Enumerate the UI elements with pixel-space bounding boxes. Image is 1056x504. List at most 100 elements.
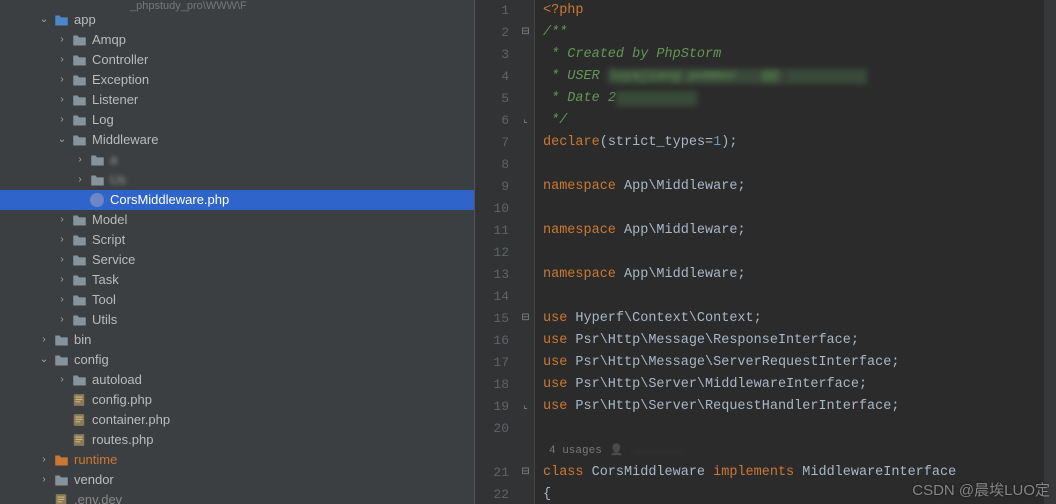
- fold-gutter[interactable]: ⊟ ⌞ ⊟ ⌞ ⊟: [517, 0, 535, 504]
- tree-item[interactable]: › autoload: [0, 370, 474, 390]
- code-line[interactable]: * Date 2: [543, 88, 1056, 110]
- tree-item[interactable]: ›Task: [0, 270, 474, 290]
- chevron-down-icon[interactable]: ⌄: [36, 350, 52, 370]
- fold-toggle-icon[interactable]: ⊟: [517, 462, 534, 484]
- line-number: 21: [475, 462, 509, 484]
- fold-spacer: [517, 286, 534, 308]
- code-token: =: [705, 135, 713, 150]
- tree-item[interactable]: ›Amqp: [0, 30, 474, 50]
- code-line[interactable]: * USER luyajiang pommor QQ: [543, 66, 1056, 88]
- code-line[interactable]: use Psr\Http\Message\ResponseInterface;: [543, 330, 1056, 352]
- code-line[interactable]: [543, 198, 1056, 220]
- code-line[interactable]: <?php: [543, 0, 1056, 22]
- chevron-right-icon[interactable]: ›: [54, 90, 70, 110]
- fold-spacer: [517, 44, 534, 66]
- code-line[interactable]: declare(strict_types=1);: [543, 132, 1056, 154]
- chevron-right-icon[interactable]: ›: [72, 150, 88, 170]
- chevron-right-icon[interactable]: ›: [54, 210, 70, 230]
- code-line[interactable]: [543, 286, 1056, 308]
- code-line[interactable]: use Psr\Http\Message\ServerRequestInterf…: [543, 352, 1056, 374]
- code-area[interactable]: <?php/** * Created by PhpStorm * USER lu…: [535, 0, 1056, 504]
- tree-item[interactable]: ›Log: [0, 110, 474, 130]
- code-token: Hyperf\Context\Context: [575, 311, 753, 326]
- inlay-usages[interactable]: 4 usages👤........: [543, 440, 1056, 462]
- tree-item[interactable]: › vendor: [0, 470, 474, 490]
- tree-item[interactable]: ›Controller: [0, 50, 474, 70]
- tree-item[interactable]: ⌄ Middleware: [0, 130, 474, 150]
- code-line[interactable]: use Psr\Http\Server\RequestHandlerInterf…: [543, 396, 1056, 418]
- tree-item[interactable]: ⌄config: [0, 350, 474, 370]
- tree-item[interactable]: ›Service: [0, 250, 474, 270]
- tree-item[interactable]: ›Us: [0, 170, 474, 190]
- tree-item[interactable]: ·routes.php: [0, 430, 474, 450]
- fold-toggle-icon[interactable]: ⊟: [517, 308, 534, 330]
- code-line[interactable]: namespace App\Middleware;: [543, 176, 1056, 198]
- fold-spacer: [517, 0, 534, 22]
- tree-item[interactable]: ›Model: [0, 210, 474, 230]
- code-line[interactable]: [543, 154, 1056, 176]
- code-token: */: [543, 113, 567, 128]
- chevron-right-icon[interactable]: ›: [54, 270, 70, 290]
- code-line[interactable]: use Psr\Http\Server\MiddlewareInterface;: [543, 374, 1056, 396]
- tree-item[interactable]: ·.env.dev: [0, 490, 474, 504]
- tree-item[interactable]: ›bin: [0, 330, 474, 350]
- chevron-right-icon[interactable]: ›: [36, 330, 52, 350]
- tree-item-label: CorsMiddleware.php: [110, 190, 229, 210]
- code-token: {: [543, 487, 551, 502]
- fold-spacer: [517, 418, 534, 440]
- chevron-right-icon[interactable]: ›: [36, 450, 52, 470]
- chevron-right-icon[interactable]: ›: [54, 110, 70, 130]
- chevron-down-icon[interactable]: ⌄: [54, 130, 70, 150]
- folder-icon: [70, 212, 88, 228]
- tree-item[interactable]: ›Listener: [0, 90, 474, 110]
- tree-item-label: vendor: [74, 470, 114, 490]
- code-line[interactable]: namespace App\Middleware;: [543, 264, 1056, 286]
- tree-item[interactable]: ›a: [0, 150, 474, 170]
- chevron-right-icon[interactable]: ›: [54, 50, 70, 70]
- chevron-right-icon[interactable]: ›: [54, 250, 70, 270]
- tree-item[interactable]: ·config.php: [0, 390, 474, 410]
- fold-toggle-icon[interactable]: ⊟: [517, 22, 534, 44]
- line-number: 3: [475, 44, 509, 66]
- vertical-scrollbar[interactable]: [1044, 0, 1056, 504]
- code-line[interactable]: [543, 242, 1056, 264]
- code-line[interactable]: * Created by PhpStorm: [543, 44, 1056, 66]
- tree-item[interactable]: ›Exception: [0, 70, 474, 90]
- chevron-right-icon[interactable]: ›: [54, 290, 70, 310]
- chevron-right-icon[interactable]: ›: [72, 170, 88, 190]
- tree-item[interactable]: ·container.php: [0, 410, 474, 430]
- chevron-right-icon[interactable]: ›: [36, 470, 52, 490]
- code-line[interactable]: use Hyperf\Context\Context;: [543, 308, 1056, 330]
- code-editor[interactable]: 12345678910111213141516171819202122 ⊟⌞⊟⌞…: [475, 0, 1056, 504]
- folder-icon: [52, 472, 70, 488]
- chevron-right-icon[interactable]: ›: [54, 70, 70, 90]
- tree-item-label: Middleware: [92, 130, 158, 150]
- folder-icon: [70, 32, 88, 48]
- code-line[interactable]: */: [543, 110, 1056, 132]
- fold-toggle-icon[interactable]: ⌞: [517, 396, 534, 418]
- tree-item[interactable]: ›Script: [0, 230, 474, 250]
- chevron-right-icon[interactable]: ›: [54, 230, 70, 250]
- tree-item-label: app: [74, 10, 96, 30]
- code-token: ;: [754, 311, 762, 326]
- chevron-right-icon[interactable]: ›: [54, 310, 70, 330]
- fold-toggle-icon[interactable]: ⌞: [517, 110, 534, 132]
- tree-item[interactable]: ›Tool: [0, 290, 474, 310]
- tree-item-label: autoload: [92, 370, 142, 390]
- code-token: Psr\Http\Server\RequestHandlerInterface: [575, 399, 891, 414]
- chevron-right-icon[interactable]: ›: [54, 370, 70, 390]
- tree-item[interactable]: ›Utils: [0, 310, 474, 330]
- code-line[interactable]: namespace App\Middleware;: [543, 220, 1056, 242]
- code-token: ;: [891, 399, 899, 414]
- config-file-icon: [52, 492, 70, 504]
- chevron-right-icon[interactable]: ›: [54, 30, 70, 50]
- code-line[interactable]: [543, 418, 1056, 440]
- chevron-down-icon[interactable]: ⌄: [36, 10, 52, 30]
- project-tree[interactable]: ⌄app›Amqp›Controller›Exception›Listener›…: [0, 10, 474, 504]
- author-name: ........: [632, 440, 685, 462]
- code-token: namespace: [543, 267, 624, 282]
- tree-item-selected[interactable]: ·CorsMiddleware.php: [0, 190, 474, 210]
- tree-item[interactable]: ›runtime: [0, 450, 474, 470]
- code-token: ;: [737, 179, 745, 194]
- code-line[interactable]: /**: [543, 22, 1056, 44]
